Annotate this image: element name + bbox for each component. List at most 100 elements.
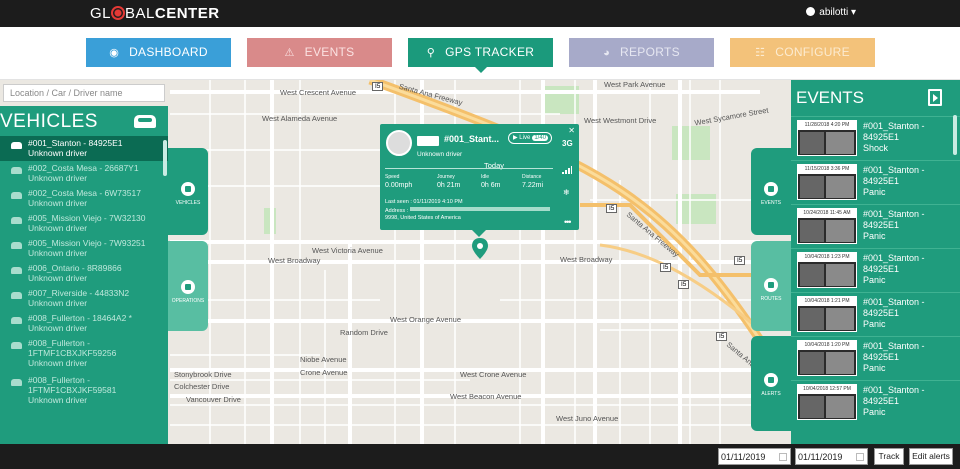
calendar-icon[interactable] [856, 453, 864, 461]
vehicle-list-item[interactable]: #005_Mission Viejo - 7W93251 Unknown driv… [0, 236, 168, 261]
vehicle-list-item[interactable]: #001_Stanton - 84925E1 Unknown driver [0, 136, 168, 161]
events-panel: EVENTS 11/28/2018 4:20 PM #001_Stanton -8… [791, 80, 960, 444]
event-plate: 84925E1 [863, 308, 900, 318]
vehicle-name: #008_Fullerton - [28, 338, 90, 348]
tab-alerts-label: ALERTS [761, 391, 781, 397]
video-icon[interactable] [928, 89, 942, 106]
event-thumbnail[interactable]: 10/24/2018 11:45 AM [797, 208, 857, 244]
close-icon[interactable]: ✕ [568, 126, 575, 135]
event-thumbnail[interactable]: 10/04/2018 1:23 PM [797, 252, 857, 288]
event-timestamp: 10/04/2018 1:21 PM [798, 297, 856, 306]
nav-gps-tracker-button[interactable]: ⚲ GPS TRACKER [408, 38, 553, 73]
date-to-input[interactable]: 01/11/2019 [795, 448, 868, 465]
map-label: West Broadway [560, 255, 613, 264]
nav-configure-button[interactable]: ☷ CONFIGURE [730, 38, 875, 67]
event-list-item[interactable]: 11/28/2018 4:20 PM #001_Stanton -84925E1 S… [791, 116, 960, 160]
nav-configure-label: CONFIGURE [775, 45, 850, 59]
tab-operations[interactable]: OPERATIONS [168, 241, 208, 331]
event-thumbnail[interactable]: 11/15/2018 3:36 PM [797, 164, 857, 200]
track-button[interactable]: Track [874, 448, 904, 465]
vehicle-name: #001_Stanton - 84925E1 [28, 138, 123, 148]
vehicles-scrollbar[interactable] [163, 140, 167, 176]
more-options-icon[interactable]: ••• [564, 217, 572, 227]
live-count: 1/40 [532, 135, 548, 141]
vehicle-list-item[interactable]: #002_Costa Mesa - 26687Y1 Unknown driver [0, 161, 168, 186]
nav-events-button[interactable]: ⚠ EVENTS [247, 38, 392, 67]
camera-frame [826, 264, 854, 286]
vehicle-list-item[interactable]: #008_Fullerton - 18464A2 * Unknown driver [0, 311, 168, 336]
last-seen: Last seen : 01/11/2019 4:10 PM [385, 199, 463, 205]
vehicle-name: #005_Mission Viejo - 7W32130 [28, 213, 146, 223]
events-scrollbar[interactable] [953, 115, 957, 155]
live-button[interactable]: ▶ Live 1/40 [508, 132, 552, 144]
event-text: #001_Stanton -84925E1 Shock [863, 121, 953, 154]
event-type: Panic [863, 187, 886, 197]
highway-shield: I5 [734, 256, 746, 265]
user-menu[interactable]: abilotti ▾ [805, 7, 856, 18]
event-list-item[interactable]: 11/15/2018 3:36 PM #001_Stanton -84925E1 P… [791, 160, 960, 204]
address-label: Address : [385, 208, 409, 214]
date-from-value: 01/11/2019 [721, 452, 766, 462]
event-list-item[interactable]: 10/24/2018 11:45 AM #001_Stanton -84925E1… [791, 204, 960, 248]
event-list-item[interactable]: 10/04/2018 1:23 PM #001_Stanton -84925E1 P… [791, 248, 960, 292]
camera-frame [800, 132, 824, 154]
event-list-item[interactable]: 10/04/2018 1:21 PM #001_Stanton -84925E1 P… [791, 292, 960, 336]
calendar-icon[interactable] [779, 453, 787, 461]
event-thumbnail[interactable]: 10/04/2018 12:57 PM [797, 384, 857, 420]
nav-events-label: EVENTS [304, 45, 355, 59]
vehicle-list-item[interactable]: #008_Fullerton -1FTMF1CBXJKF59581 Unknown… [0, 373, 168, 410]
event-thumbnail[interactable]: 10/04/2018 1:21 PM [797, 296, 857, 332]
vehicle-driver: Unknown driver [28, 198, 88, 208]
tab-routes[interactable]: ROUTES [751, 241, 791, 331]
tab-events[interactable]: EVENTS [751, 148, 791, 235]
vehicle-list-item[interactable]: #008_Fullerton -1FTMF1CBXJKF59256 Unknown… [0, 336, 168, 373]
edit-alerts-button[interactable]: Edit alerts [909, 448, 953, 465]
vehicle-name: #002_Costa Mesa - 26687Y1 [28, 163, 139, 173]
vehicle-list-item[interactable]: #007_Riverside - 44833N2 Unknown driver [0, 286, 168, 311]
vehicle-name: #008_Fullerton - 18464A2 * [28, 313, 132, 323]
vehicle-name: #006_Ontario - 8R89866 [28, 263, 122, 273]
map-label: West Broadway [268, 256, 321, 265]
car-icon [11, 342, 22, 349]
highway-shield: I5 [372, 82, 384, 91]
vehicle-map-marker-icon[interactable] [472, 238, 488, 260]
nav-dashboard-label: DASHBOARD [129, 45, 208, 59]
camera-frame [826, 352, 854, 374]
stat-value: 0h 21m [437, 182, 461, 189]
event-list-item[interactable]: 10/04/2018 12:57 PM #001_Stanton -84925E1… [791, 380, 960, 424]
nav-dashboard-button[interactable]: ◉ DASHBOARD [86, 38, 231, 67]
highway-shield: I5 [606, 204, 618, 213]
sitemap-icon: ☷ [755, 47, 766, 59]
vehicle-list-item[interactable]: #002_Costa Mesa - 6W73517 Unknown driver [0, 186, 168, 211]
popup-driver: Unknown driver [417, 151, 463, 158]
logo-globe-icon [111, 6, 126, 20]
car-icon [11, 267, 22, 274]
map-label: Vancouver Drive [186, 395, 241, 404]
car-icon [134, 115, 156, 128]
vehicle-driver: Unknown driver [28, 223, 88, 233]
car-icon [11, 317, 22, 324]
car-icon [11, 142, 22, 149]
highway-shield: I5 [660, 263, 672, 272]
nav-reports-button[interactable]: ◕ REPORTS [569, 38, 714, 67]
live-label: Live [519, 135, 531, 141]
app-logo[interactable]: GL BALCENTER [90, 5, 220, 22]
event-list-item[interactable]: 10/04/2018 1:20 PM #001_Stanton -84925E1 P… [791, 336, 960, 380]
vehicle-list-item[interactable]: #005_Mission Viejo - 7W32130 Unknown driv… [0, 211, 168, 236]
tab-alerts[interactable]: ALERTS [751, 336, 791, 431]
tab-vehicles[interactable]: VEHICLES [168, 148, 208, 235]
event-thumbnail[interactable]: 10/04/2018 1:20 PM [797, 340, 857, 376]
stat-value: 0h 6m [481, 182, 501, 189]
stat-label: Speed [385, 174, 400, 180]
network-badge: 3G [562, 139, 573, 148]
date-from-input[interactable]: 01/11/2019 [718, 448, 791, 465]
car-icon [11, 379, 22, 386]
event-type: Panic [863, 319, 886, 329]
event-thumbnail[interactable]: 11/28/2018 4:20 PM [797, 120, 857, 156]
tab-routes-label: ROUTES [760, 296, 782, 302]
map-label: West Park Avenue [604, 80, 666, 89]
search-input[interactable]: Location / Car / Driver name [3, 84, 165, 102]
truck-icon [417, 136, 439, 146]
vehicle-list-item[interactable]: #006_Ontario - 8R89866 Unknown driver [0, 261, 168, 286]
event-timestamp: 10/04/2018 1:20 PM [798, 341, 856, 350]
